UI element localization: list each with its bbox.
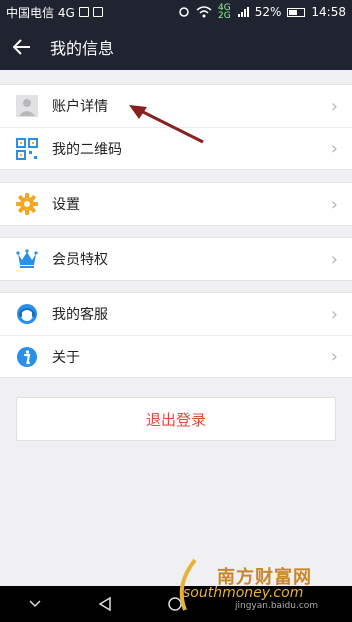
- triangle-back-icon: [98, 596, 111, 612]
- list-item-label: 会员特权: [52, 252, 108, 268]
- network-type: 4G 2G: [218, 4, 231, 21]
- vibrate-icon: [179, 7, 189, 17]
- chevron-down-icon: [29, 600, 41, 608]
- signal-icon: [237, 7, 249, 17]
- battery-icon: [287, 7, 306, 17]
- watermark: 南方财富网 southmoney.com jingyan.baidu.com: [165, 555, 345, 615]
- info-icon: [16, 346, 38, 368]
- list-item-about[interactable]: 关于 ›: [0, 335, 352, 377]
- avatar-icon: [16, 95, 38, 117]
- settings-group: 设置 ›: [0, 182, 352, 226]
- chevron-right-icon: ›: [330, 248, 338, 270]
- chevron-right-icon: ›: [330, 346, 338, 367]
- arrow-left-icon: [13, 39, 30, 55]
- keyboard-icon: [92, 7, 103, 17]
- watermark-small: jingyan.baidu.com: [235, 601, 319, 611]
- list-item-label: 关于: [52, 349, 80, 366]
- vip-group: 会员特权 ›: [0, 237, 352, 281]
- list-item-settings[interactable]: 设置 ›: [0, 183, 352, 225]
- qrcode-icon: [16, 137, 38, 160]
- list-item-vip-privileges[interactable]: 会员特权 ›: [0, 238, 352, 280]
- watermark-subtitle: southmoney.com: [183, 585, 304, 601]
- list-item-label: 我的客服: [52, 307, 108, 323]
- annotation-arrow-icon: [129, 105, 204, 144]
- list-item-label: 设置: [52, 197, 80, 213]
- list-item-label: 账户详情: [52, 99, 108, 115]
- carrier-label: 中国电信 4G: [6, 5, 75, 20]
- logout-button[interactable]: 退出登录: [16, 397, 336, 441]
- chevron-right-icon: ›: [330, 303, 338, 325]
- nav-back-button[interactable]: [70, 596, 140, 612]
- clock: 14:58: [311, 5, 346, 19]
- battery-percent: 52%: [254, 5, 282, 19]
- chevron-right-icon: ›: [330, 138, 338, 159]
- list-item-customer-service[interactable]: 我的客服 ›: [0, 293, 352, 335]
- chevron-right-icon: ›: [330, 193, 338, 215]
- chevron-right-icon: ›: [330, 95, 338, 117]
- network-bottom: 2G: [218, 11, 231, 21]
- crown-icon: [16, 248, 38, 270]
- support-group: 我的客服 › 关于 ›: [0, 292, 352, 378]
- page-title: 我的信息: [50, 39, 115, 58]
- wifi-icon: [196, 6, 212, 18]
- back-button[interactable]: [0, 24, 44, 70]
- list-item-label: 我的二维码: [52, 141, 122, 158]
- gear-icon: [16, 193, 38, 215]
- image-icon: [78, 7, 89, 17]
- title-bar: 我的信息: [0, 24, 352, 70]
- headset-icon: [16, 303, 38, 325]
- status-bar: 中国电信 4G 4G 2G 52% 14:58: [0, 0, 352, 24]
- nav-expand-button[interactable]: [0, 600, 70, 608]
